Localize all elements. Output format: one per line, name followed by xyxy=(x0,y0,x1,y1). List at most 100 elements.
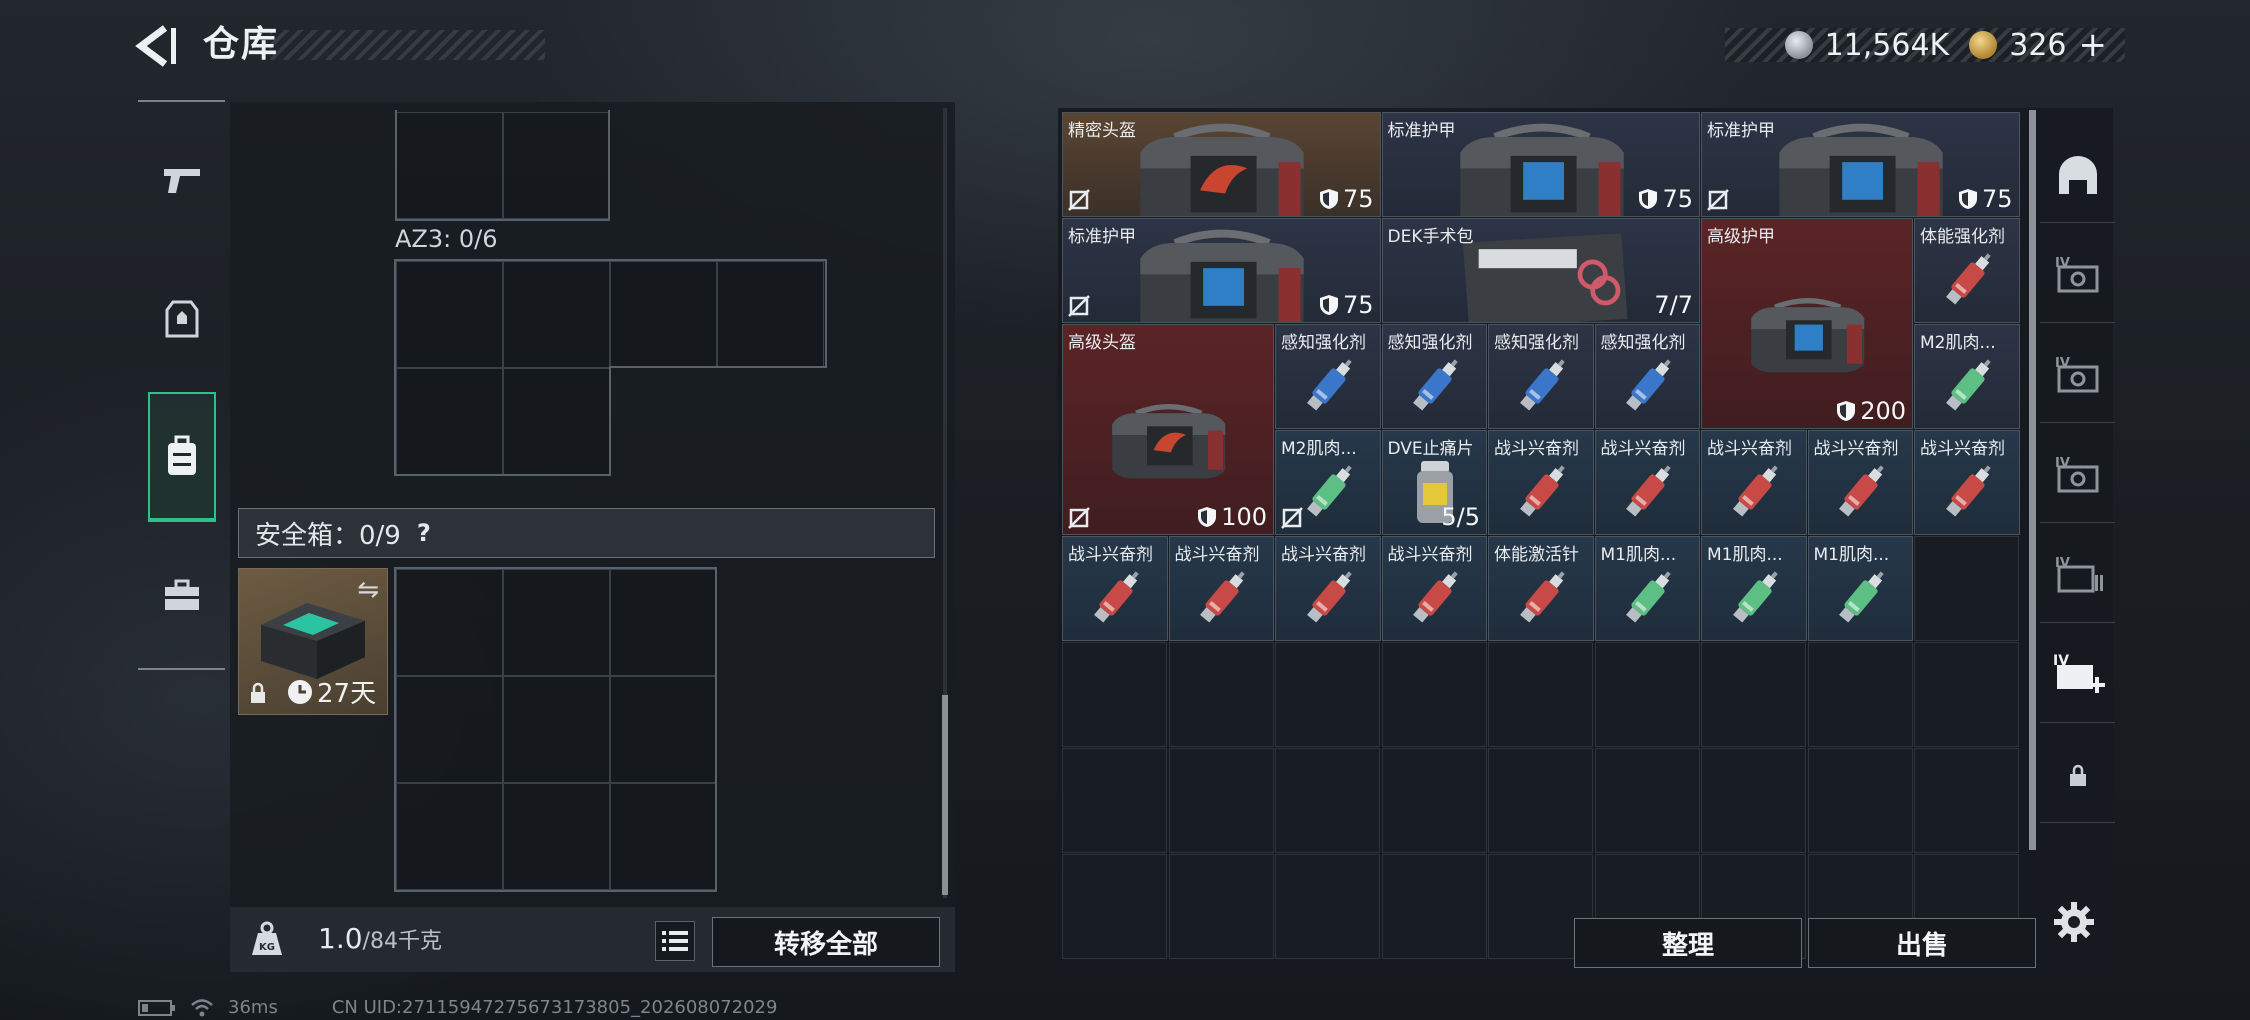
help-icon[interactable]: ? xyxy=(417,519,431,547)
stash-cell[interactable] xyxy=(1275,854,1380,959)
battery-icon xyxy=(138,999,175,1016)
stash-item[interactable]: 战斗兴奋剂 xyxy=(1701,430,1807,535)
grid-cell[interactable] xyxy=(396,676,503,783)
stash-item[interactable]: 体能强化剂 xyxy=(1914,218,2020,323)
stash-item[interactable]: M1肌肉... xyxy=(1701,536,1807,641)
add-currency-button[interactable]: + xyxy=(2079,25,2108,65)
stash-item[interactable]: 标准护甲 75 xyxy=(1062,218,1381,323)
stash-item[interactable]: 精密头盔 75 xyxy=(1062,112,1381,217)
case-iv-icon[interactable]: IV xyxy=(2040,228,2115,323)
sell-button[interactable]: 出售 xyxy=(1808,918,2036,968)
grid-cell[interactable] xyxy=(610,569,717,676)
helmet-tab-icon[interactable] xyxy=(2040,128,2115,223)
stash-item[interactable]: 战斗兴奋剂 xyxy=(1914,430,2020,535)
stash-cell[interactable] xyxy=(1701,642,1806,747)
transfer-all-button[interactable]: 转移全部 xyxy=(712,917,940,967)
stash-cell[interactable] xyxy=(1914,642,2019,747)
stash-item[interactable]: 战斗兴奋剂 xyxy=(1594,430,1700,535)
stash-item[interactable]: M2肌肉... xyxy=(1275,430,1381,535)
stash-item[interactable]: 体能激活针 xyxy=(1488,536,1594,641)
nav-case[interactable] xyxy=(148,555,215,635)
stash-cell[interactable] xyxy=(1275,748,1380,853)
stash-item[interactable]: 战斗兴奋剂 xyxy=(1275,536,1381,641)
grid-cell[interactable] xyxy=(396,569,503,676)
title-decoration xyxy=(270,30,545,60)
stash-cell[interactable] xyxy=(1062,748,1167,853)
safe-box-item[interactable]: ⇋ 27天 xyxy=(238,568,388,715)
stash-item[interactable]: 标准护甲 75 xyxy=(1381,112,1700,217)
injector-icon xyxy=(1306,570,1352,623)
case-iv-icon[interactable]: IV xyxy=(2040,328,2115,423)
stash-item[interactable]: 战斗兴奋剂 xyxy=(1062,536,1168,641)
injector-icon xyxy=(1306,358,1352,411)
weight-bar: KG 1.0/84千克 转移全部 xyxy=(230,907,955,972)
stash-item[interactable]: 感知强化剂 xyxy=(1381,324,1487,429)
list-view-button[interactable] xyxy=(655,921,695,961)
stash-cell[interactable] xyxy=(1062,642,1167,747)
stash-item[interactable]: 感知强化剂 xyxy=(1275,324,1381,429)
stash-cell[interactable] xyxy=(1168,642,1274,747)
nav-backpack[interactable] xyxy=(148,392,216,522)
stash-cell[interactable] xyxy=(1168,854,1274,959)
case-iv-storage-icon[interactable]: IV xyxy=(2040,528,2115,623)
shield-icon xyxy=(1958,189,1977,209)
stash-item[interactable]: 高级护甲 200 xyxy=(1701,218,1913,429)
case-iv-icon[interactable]: IV xyxy=(2040,428,2115,523)
nav-weapons[interactable] xyxy=(148,140,215,220)
item-value-text: 7/7 xyxy=(1654,291,1693,319)
stash-cell[interactable] xyxy=(1488,748,1593,853)
stash-item[interactable]: 高级头盔 100 xyxy=(1062,324,1274,535)
stash-cell[interactable] xyxy=(1701,748,1806,853)
stash-item[interactable]: 标准护甲 75 xyxy=(1701,112,2020,217)
briefcase-icon xyxy=(164,579,199,610)
grid-cell[interactable] xyxy=(610,676,717,783)
stash-item[interactable]: DVE止痛片 5/5 xyxy=(1381,430,1487,535)
stash-cell[interactable] xyxy=(1062,854,1167,959)
shield-icon xyxy=(1319,189,1338,209)
stash-item[interactable]: 战斗兴奋剂 xyxy=(1807,430,1913,535)
stash-cell[interactable] xyxy=(1381,854,1487,959)
stash-cell[interactable] xyxy=(1914,748,2019,853)
stash-cell[interactable] xyxy=(1594,748,1700,853)
grid-cell[interactable] xyxy=(503,783,610,890)
stash-item[interactable]: M2肌肉... xyxy=(1914,324,2020,429)
stash-cell[interactable] xyxy=(1381,642,1487,747)
stash-cell[interactable] xyxy=(1381,748,1487,853)
nav-armor[interactable] xyxy=(148,280,215,360)
stash-cell[interactable] xyxy=(1168,748,1274,853)
stash-cell[interactable] xyxy=(1488,642,1593,747)
stash-item[interactable]: M1肌肉... xyxy=(1594,536,1700,641)
item-value-text: 75 xyxy=(1981,185,2013,213)
grid-cell[interactable] xyxy=(503,112,610,219)
item-value: 75 xyxy=(1638,185,1693,213)
stash-item[interactable]: M1肌肉... xyxy=(1807,536,1913,641)
swap-icon[interactable]: ⇋ xyxy=(357,575,379,605)
stash-scrollbar-thumb[interactable] xyxy=(2029,110,2036,850)
back-button[interactable] xyxy=(135,22,180,70)
stash-item[interactable]: 感知强化剂 xyxy=(1488,324,1594,429)
stash-cell[interactable] xyxy=(1914,536,2019,641)
grid-cell[interactable] xyxy=(396,783,503,890)
stash-item[interactable]: 战斗兴奋剂 xyxy=(1488,430,1594,535)
stash-item[interactable]: 感知强化剂 xyxy=(1594,324,1700,429)
grid-cell[interactable] xyxy=(503,569,610,676)
wifi-icon xyxy=(191,998,213,1016)
grid-cell[interactable] xyxy=(503,676,610,783)
injector-icon xyxy=(1626,358,1671,411)
grid-cell[interactable] xyxy=(396,112,503,219)
stash-cell[interactable] xyxy=(1594,642,1700,747)
stash-item[interactable]: 战斗兴奋剂 xyxy=(1381,536,1487,641)
sort-button[interactable]: 整理 xyxy=(1574,918,1802,968)
stash-item[interactable]: DEK手术包 7/7 xyxy=(1381,218,1700,323)
stash-tabs: IV IV IV IV IV xyxy=(2040,108,2115,980)
back-arrow-icon xyxy=(135,25,176,67)
stash-cell[interactable] xyxy=(1807,642,1913,747)
left-scrollbar-thumb[interactable] xyxy=(942,695,948,895)
stash-cell[interactable] xyxy=(1807,748,1913,853)
stash-cell[interactable] xyxy=(1275,642,1380,747)
stash-item[interactable]: 战斗兴奋剂 xyxy=(1168,536,1274,641)
grid-cell[interactable] xyxy=(610,783,717,890)
no-safebox-icon xyxy=(1068,189,1090,211)
add-case-icon[interactable]: IV xyxy=(2040,628,2115,723)
settings-gear-icon[interactable] xyxy=(2052,900,2102,950)
